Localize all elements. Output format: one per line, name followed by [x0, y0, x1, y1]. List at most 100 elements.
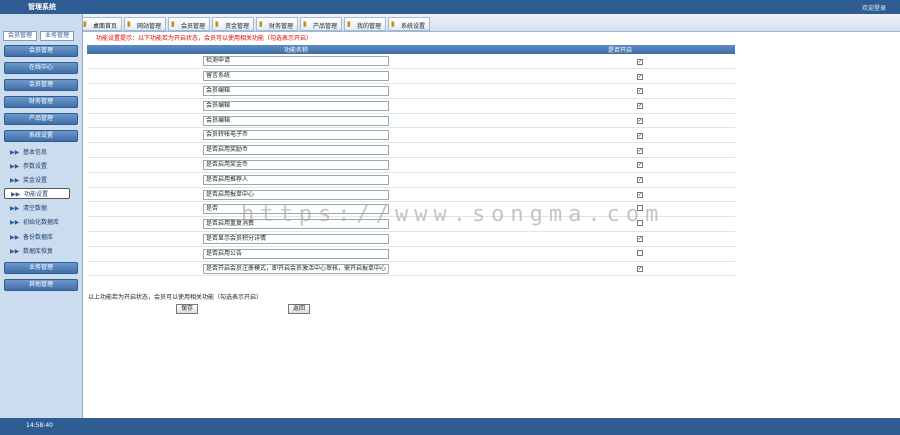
feature-name-cell: 会员编辑 — [87, 98, 505, 114]
feature-name-field[interactable]: 会员转帐电子币 — [203, 130, 389, 141]
sidebar-item-bonus[interactable]: ▶▶ 奖金设置 — [4, 175, 70, 186]
double-arrow-icon: ▶▶ — [10, 149, 20, 156]
double-arrow-icon: ▶▶ — [10, 219, 20, 226]
sidebar-item-backup[interactable]: ▶▶ 备份数据库 — [4, 232, 70, 243]
feature-name-field[interactable]: 是否启用奖励币 — [203, 145, 389, 156]
settings-icon: ▮ — [391, 20, 395, 28]
feature-name-cell: 会员编辑 — [87, 83, 505, 99]
double-arrow-icon: ▶▶ — [10, 177, 20, 184]
feature-enabled-checkbox[interactable]: ✓ — [637, 58, 643, 65]
feature-name-cell: 留言系统 — [87, 68, 505, 85]
feature-rows: 检测申请 ✓ 留言系统 ✓ 会员编辑 ✓ 会员编辑 ✓ 会员编辑 ✓ 会员转帐电子币 ✓ 是否启用奖励币… — [87, 54, 735, 277]
side-tab-business[interactable]: 业务管理 — [40, 31, 74, 41]
feature-name-field[interactable]: 会员编辑 — [203, 115, 389, 126]
sidebar-section-business[interactable]: 业务管理 — [4, 262, 78, 274]
sidebar-item-features[interactable]: ▶▶ 功能设置 — [4, 188, 70, 199]
feature-enabled-checkbox[interactable]: ✓ — [637, 266, 643, 273]
feature-enabled-cell: ✓ — [505, 54, 735, 70]
tab-mine[interactable]: ▮ 我的管理 — [344, 17, 386, 31]
tab-finance[interactable]: ▮ 财务管理 — [256, 17, 298, 31]
table-row: 会员编辑 ✓ — [87, 113, 735, 129]
sidebar-item-clear[interactable]: ▶▶ 清空数据 — [4, 203, 70, 214]
table-row: 是否启用公告 — [87, 246, 735, 262]
table-row: 会员编辑 ✓ — [87, 83, 735, 99]
feature-name-field[interactable]: 检测申请 — [203, 56, 389, 67]
feature-name-field[interactable]: 留言系统 — [203, 71, 389, 82]
table-header-row: 功能名称 是否开启 — [87, 45, 735, 54]
double-arrow-icon: ▶▶ — [10, 234, 20, 241]
header-feature-name: 功能名称 — [87, 45, 505, 54]
feature-enabled-checkbox[interactable]: ✓ — [637, 192, 643, 199]
feature-enabled-checkbox[interactable]: ✓ — [637, 88, 643, 95]
double-arrow-icon: ▶▶ — [11, 191, 21, 198]
side-tab-members[interactable]: 会员管理 — [3, 31, 37, 41]
sidebar-item-init-db[interactable]: ▶▶ 初始化数据库 — [4, 217, 70, 228]
feature-enabled-checkbox[interactable]: ✓ — [637, 236, 643, 243]
feature-enabled-checkbox[interactable]: ✓ — [637, 147, 643, 154]
table-row: 是否显示会员积分详情 ✓ — [87, 231, 735, 247]
table-row: 是否启用奖励币 ✓ — [87, 142, 735, 159]
feature-enabled-checkbox[interactable]: ✓ — [637, 177, 643, 184]
feature-name-field[interactable]: 会员编辑 — [203, 100, 389, 111]
feature-enabled-checkbox[interactable]: ✓ — [637, 73, 643, 80]
feature-name-cell: 是否显示会员积分详情 — [87, 231, 505, 247]
tab-strip: ▮ 桌面首页 ▮ 网站管理 ▮ 会员管理 ▮ 资金管理 ▮ 财务管理 ▮ 产品管理 ▮ 我的管… — [80, 14, 900, 32]
sidebar-item-basic[interactable]: ▶▶ 基本信息 — [4, 147, 70, 158]
sidebar-section-5[interactable]: 产品管理 — [4, 113, 78, 125]
feature-name-cell: 是否启用公告 — [87, 246, 505, 262]
sidebar-section-4[interactable]: 财务管理 — [4, 96, 78, 108]
feature-name-field[interactable]: 是否启用报单中心 — [203, 189, 389, 200]
tab-members[interactable]: ▮ 会员管理 — [168, 17, 210, 31]
feature-enabled-checkbox[interactable]: ✓ — [637, 162, 643, 169]
tab-products[interactable]: ▮ 产品管理 — [300, 17, 342, 31]
box-icon: ▮ — [303, 20, 307, 28]
sidebar-item-params[interactable]: ▶▶ 参数设置 — [4, 161, 70, 172]
feature-name-field[interactable]: 是否启用推荐人 — [203, 174, 389, 185]
table-row: 会员转帐电子币 ✓ — [87, 127, 735, 144]
sidebar-section-2[interactable]: 在线中心 — [4, 62, 78, 74]
sidebar-section-1[interactable]: 会员管理 — [4, 45, 78, 57]
user-icon: ▮ — [171, 20, 175, 28]
feature-enabled-checkbox[interactable]: ✓ — [637, 118, 643, 125]
folder-icon: ▮ — [347, 20, 351, 28]
feature-name-cell: 会员编辑 — [87, 113, 505, 129]
feature-name-field[interactable]: 会员编辑 — [203, 85, 389, 96]
feature-notice: 功能设置提示：以下功能若为开启状态，会员可以使用相关功能（勾选表示开启） — [96, 35, 313, 42]
sidebar-section-3[interactable]: 会员管理 — [4, 79, 78, 91]
feature-name-cell: 是否启用推荐人 — [87, 172, 505, 188]
table-row: 会员编辑 ✓ — [87, 98, 735, 114]
status-time: 14:58:40 — [26, 422, 53, 429]
header-enabled: 是否开启 — [505, 45, 735, 54]
sidebar-item-restore[interactable]: ▶▶ 数据库恢复 — [4, 246, 70, 257]
bottom-notice: 以上功能若为开启状态，会员可以使用相关功能（勾选表示开启） — [88, 294, 263, 301]
table-row: 留言系统 ✓ — [87, 68, 735, 85]
tab-settings[interactable]: ▮ 系统设置 — [388, 17, 430, 31]
double-arrow-icon: ▶▶ — [10, 205, 20, 212]
save-button[interactable]: 保存 — [176, 304, 199, 314]
feature-enabled-cell: ✓ — [505, 261, 735, 277]
feature-name-field[interactable]: 是否启用奖金币 — [203, 159, 389, 170]
sidebar-section-settings[interactable]: 系统设置 — [4, 130, 78, 142]
feature-name-field[interactable]: 是否启用公告 — [203, 248, 389, 259]
feature-enabled-checkbox[interactable] — [637, 249, 643, 256]
top-right-link[interactable]: 欢迎登录 — [862, 3, 886, 12]
top-bar: 管理系统 欢迎登录 — [0, 0, 900, 14]
feature-name-cell: 检测申请 — [87, 54, 505, 70]
tab-funds[interactable]: ▮ 资金管理 — [212, 17, 254, 31]
back-button[interactable]: 返回 — [288, 304, 311, 314]
feature-enabled-cell: ✓ — [505, 172, 735, 188]
feature-enabled-cell: ✓ — [505, 157, 735, 173]
feature-name-field[interactable]: 是否显示会员积分详情 — [203, 233, 389, 244]
feature-name-field[interactable]: 是否开启会员注册模式，即开启会员激活中心审核，需开启报单中心 — [203, 263, 389, 274]
feature-enabled-cell: ✓ — [505, 68, 735, 85]
feature-name-cell: 会员转帐电子币 — [87, 127, 505, 144]
feature-enabled-cell: ✓ — [505, 113, 735, 129]
tab-site[interactable]: ▮ 网站管理 — [124, 17, 166, 31]
feature-name-cell: 是否启用报单中心 — [87, 187, 505, 203]
sidebar-section-other[interactable]: 其他管理 — [4, 279, 78, 291]
tab-desktop[interactable]: ▮ 桌面首页 — [80, 17, 122, 31]
table-row: 检测申请 ✓ — [87, 54, 735, 70]
feature-enabled-checkbox[interactable]: ✓ — [637, 132, 643, 139]
app-title: 管理系统 — [28, 3, 56, 11]
feature-enabled-checkbox[interactable]: ✓ — [637, 103, 643, 110]
